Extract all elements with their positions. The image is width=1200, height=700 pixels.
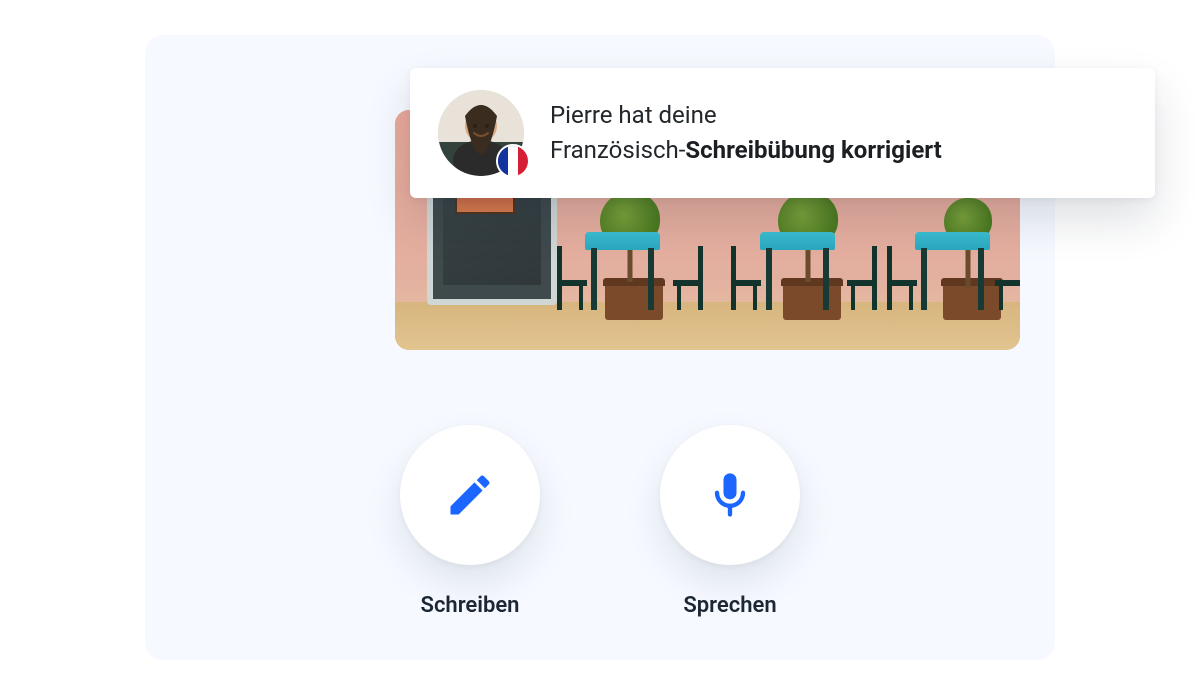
avatar-wrap (438, 90, 524, 176)
write-button[interactable] (400, 425, 540, 565)
microphone-icon (704, 469, 756, 521)
exercise-actions: Schreiben Sprechen (145, 425, 1055, 618)
notification-line2-prefix: Französisch- (550, 136, 685, 164)
speak-label: Sprechen (683, 593, 776, 618)
write-action[interactable]: Schreiben (400, 425, 540, 618)
speak-action[interactable]: Sprechen (660, 425, 800, 618)
flag-france-icon (496, 144, 530, 178)
notification-text: Pierre hat deine Französisch-Schreibübun… (550, 98, 942, 168)
pencil-icon (444, 469, 496, 521)
speak-button[interactable] (660, 425, 800, 565)
correction-notification[interactable]: Pierre hat deine Französisch-Schreibübun… (410, 68, 1155, 198)
notification-line2-bold: Schreibübung korrigiert (685, 136, 941, 164)
write-label: Schreiben (421, 593, 520, 618)
notification-line1: Pierre hat deine (550, 101, 717, 129)
